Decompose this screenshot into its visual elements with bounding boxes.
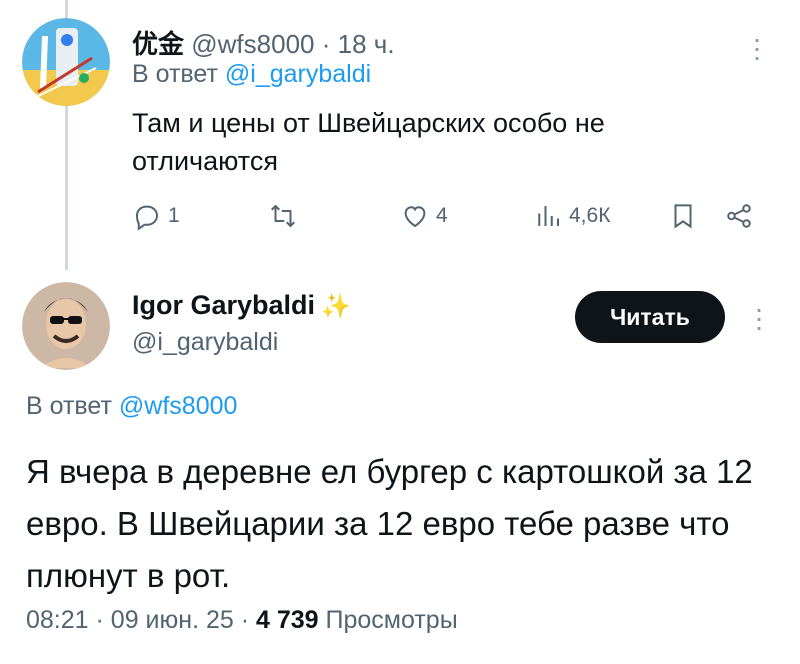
repost-button[interactable] — [268, 196, 304, 236]
views-count: 4,6К — [569, 204, 611, 227]
action-bar: 1 4 4,6К — [0, 196, 800, 236]
views-label: Просмотры — [325, 606, 458, 634]
author-handle[interactable]: @i_garybaldi — [132, 328, 278, 357]
avatar[interactable] — [22, 18, 110, 106]
reply-icon — [135, 205, 159, 231]
separator: · — [240, 606, 250, 634]
reply-to-prefix: В ответ — [26, 392, 112, 420]
reply-to-line: В ответ @wfs8000 — [26, 392, 237, 421]
bookmark-icon — [674, 204, 692, 229]
views-button[interactable]: 4,6К — [533, 196, 610, 236]
author-name[interactable]: Igor Garybaldi ✨ — [132, 290, 351, 321]
tweet-date[interactable]: 09 июн. 25 — [111, 606, 234, 634]
views-count: 4 739 — [256, 606, 319, 634]
author-name-text: Igor Garybaldi — [132, 290, 316, 320]
thread-line — [65, 98, 68, 270]
reply-count: 1 — [168, 204, 180, 227]
reply-to-prefix: В ответ — [132, 60, 218, 88]
reply-button[interactable]: 1 — [132, 196, 180, 236]
reply-text: Там и цены от Швейцарских особо не отлич… — [132, 108, 605, 176]
avatar[interactable] — [22, 282, 110, 370]
reply-to-line: В ответ @i_garybaldi — [132, 60, 371, 89]
thread-line-top — [65, 0, 68, 18]
sparkle-badge-icon: ✨ — [321, 293, 351, 320]
like-count: 4 — [436, 204, 448, 227]
separator: · — [321, 29, 331, 59]
reply-to-handle-link[interactable]: @i_garybaldi — [225, 60, 371, 88]
reply-to-handle-link[interactable]: @wfs8000 — [119, 392, 238, 420]
reply-author-handle[interactable]: @wfs8000 — [191, 29, 314, 59]
reply-author-name[interactable]: 优金 — [132, 29, 184, 59]
tweet-time[interactable]: 08:21 — [26, 606, 89, 634]
separator: · — [95, 606, 104, 634]
like-button[interactable]: 4 — [400, 196, 448, 236]
share-icon — [727, 204, 751, 228]
tweet-meta: 08:21 · 09 июн. 25 · 4 739 Просмотры — [26, 606, 458, 635]
share-button[interactable] — [724, 196, 754, 236]
bookmark-button[interactable] — [668, 196, 698, 236]
tweet-text: Я вчера в деревне ел бургер с картошкой … — [26, 453, 753, 594]
more-icon[interactable]: · · · — [754, 295, 764, 341]
like-icon — [404, 206, 426, 228]
views-icon — [538, 206, 559, 226]
reply-time[interactable]: 18 ч. — [338, 29, 395, 59]
repost-icon — [271, 205, 295, 227]
reply-header: 优金 @wfs8000 · 18 ч. — [132, 24, 395, 61]
follow-button[interactable]: Читать — [575, 291, 725, 343]
more-icon[interactable]: · · · — [752, 25, 762, 71]
